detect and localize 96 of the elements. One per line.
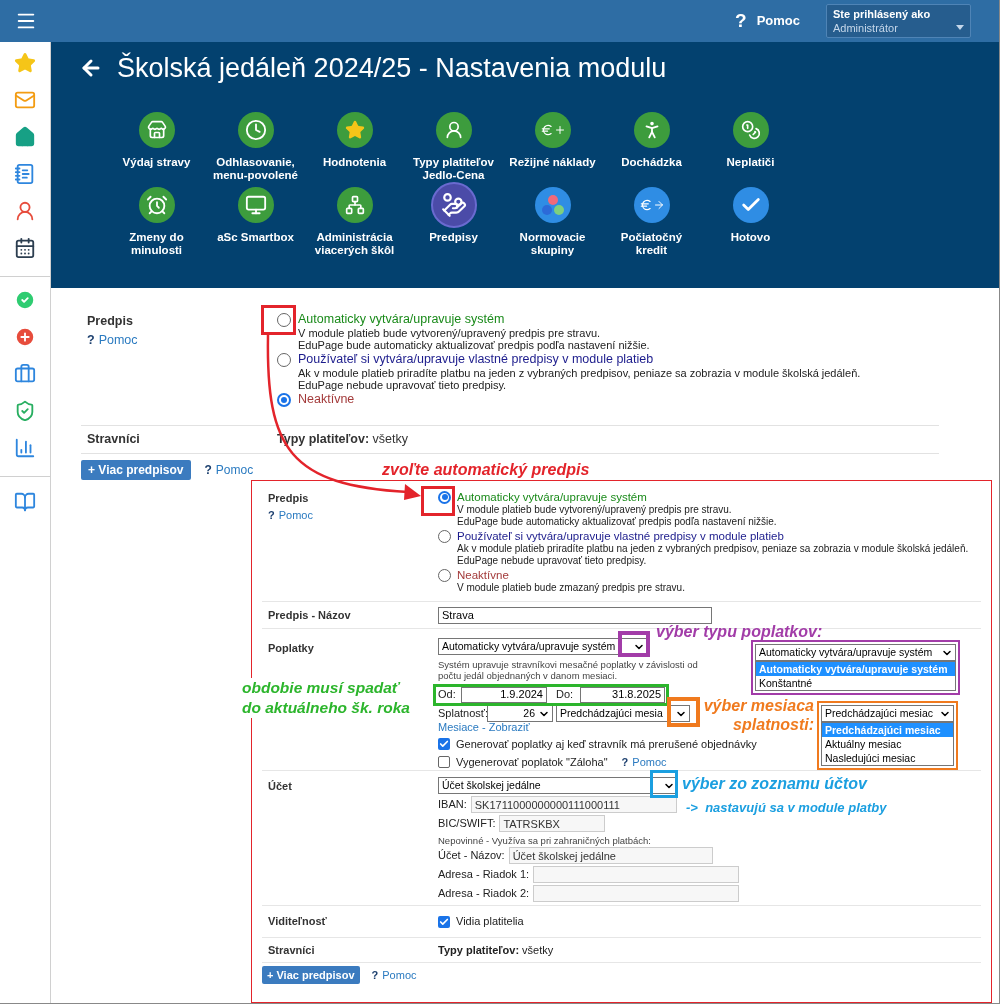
module-button[interactable]: Typy platiteľov Jedlo-Cena: [404, 108, 503, 183]
option-description: EduPage nebude upravovať tieto predpisy.: [298, 379, 508, 391]
module-button[interactable]: Hotovo: [701, 183, 800, 258]
option-description: V module platieb bude vytvorený/upravený predpis pre stravu.: [457, 504, 733, 516]
dropdown-option[interactable]: Nasledujúci mesiac: [822, 751, 953, 765]
field-label: Stravníci: [86, 431, 141, 449]
option-label: Neaktívne: [298, 392, 355, 407]
text-field[interactable]: SK1711000000000111000111: [470, 796, 677, 813]
radio-button[interactable]: [277, 392, 291, 407]
text-field[interactable]: Strava: [438, 606, 712, 624]
option-description: Ak v module platieb priradíte platbu na jeden z vybraných predpisov, peniaze sa zobrazia v module školská jedáleň.: [298, 367, 861, 379]
checkbox[interactable]: [438, 756, 450, 768]
more-button[interactable]: + Viac predpisov: [81, 460, 191, 480]
module-button[interactable]: Neplatiči: [701, 108, 800, 183]
option-description: Ak v module platieb priradíte platbu na jeden z vybraných predpisov, peniaze sa zobrazia v module školská jedáleň.: [457, 543, 969, 555]
iban-label: IBAN:: [438, 797, 467, 813]
module-button[interactable]: Predpisy: [404, 183, 503, 258]
checkbox-label: Vygenerovať poplatok "Záloha": [456, 754, 608, 770]
to-label: Do:: [556, 687, 575, 703]
radio-button[interactable]: [438, 529, 451, 543]
due-label: Splatnosť:: [438, 706, 487, 722]
module-button[interactable]: Výdaj stravy: [107, 108, 206, 183]
option-description: EduPage bude automaticky aktualizovať predpis podľa nastavení nižšie.: [457, 516, 777, 528]
field-label: Viditeľnosť: [267, 914, 328, 930]
highlight-frame: [421, 486, 455, 516]
checkbox-label: Generovať poplatky aj keď stravník má prerušené objednávky: [456, 736, 757, 752]
module-button[interactable]: Administrácia viacerých škôl: [305, 183, 404, 258]
radio-button[interactable]: [277, 352, 291, 367]
help-link[interactable]: ? Pomoc: [621, 755, 667, 768]
address-label: Adresa - Riadok 2:: [438, 886, 530, 902]
account-name-label: Účet - Názov:: [438, 848, 505, 864]
optional-note: Nepovinné - Využíva sa pri zahraničných platbách:: [438, 835, 652, 846]
highlight-frame: [261, 305, 296, 335]
help-link[interactable]: ? Pomoc: [735, 6, 800, 36]
option-label: Automaticky vytvára/upravuje systém: [457, 490, 648, 504]
option-description: EduPage nebude upravovať tieto predpisy.: [457, 555, 648, 567]
field-label: Stravníci: [267, 942, 316, 958]
radio-button[interactable]: [438, 568, 451, 582]
highlight-frame: [650, 770, 678, 798]
module-button[interactable]: Režijné náklady: [503, 108, 602, 183]
module-button[interactable]: Odhlasovanie, menu-povolené: [206, 108, 305, 183]
module-button[interactable]: Hodnotenia: [305, 108, 404, 183]
text-field[interactable]: TATRSKBX: [499, 815, 606, 832]
module-button[interactable]: Počiatočný kredit: [602, 183, 701, 258]
dropdown-select[interactable]: Automaticky vytvára/upravuje systém: [438, 638, 648, 655]
option-label: Neaktívne: [457, 568, 510, 582]
annotation-text: zvoľte automatický predpis: [382, 460, 590, 480]
bic-label: BIC/SWIFT:: [438, 816, 496, 832]
help-link[interactable]: ? Pomoc: [268, 506, 438, 523]
page-title: Školská jedáleň 2024/25 - Nastavenia modulu: [117, 51, 667, 85]
user-menu[interactable]: Ste prihlásený ako Administrátor: [826, 4, 971, 38]
annotation-text: výber typu poplatkov:: [656, 622, 823, 642]
field-label: Predpis: [268, 491, 310, 506]
option-description: V module platieb bude vytvorený/upravený predpis pre stravu.: [298, 327, 602, 339]
checkbox-label: Vidia platitelia: [456, 914, 524, 930]
module-button[interactable]: Normovacie skupiny: [503, 183, 602, 258]
help-link[interactable]: ? Pomoc: [371, 968, 417, 981]
dropdown-option[interactable]: Aktuálny mesiac: [822, 737, 953, 751]
fee-note: Systém upravuje stravníkovi mesačné poplatky v závislosti od počtu jedál objednaných v danom mesiaci.: [438, 659, 699, 681]
radio-button[interactable]: [277, 312, 291, 327]
field-label: Poplatky: [267, 641, 315, 656]
option-description: EduPage bude automaticky aktualizovať predpis podľa nastavení nižšie.: [298, 339, 650, 351]
help-link[interactable]: ? Pomoc: [87, 330, 277, 350]
from-label: Od:: [438, 687, 457, 703]
text-field[interactable]: Účet školskej jedálne: [508, 847, 713, 864]
option-label: Automaticky vytvára/upravuje systém: [298, 312, 506, 327]
option-description: V module platieb bude zmazaný predpis pre stravu.: [457, 582, 685, 594]
dropdown-select[interactable]: Predchádzajúci mesiac: [821, 705, 954, 722]
option-label: Používateľ si vytvára/upravuje vlastné predpisy v module platieb: [298, 352, 655, 367]
module-button[interactable]: Dochádzka: [602, 108, 701, 183]
date-field[interactable]: 1.9.2024: [461, 686, 547, 703]
address-label: Adresa - Riadok 1:: [438, 867, 530, 883]
payer-types-text: Typy platiteľov: všetky: [438, 942, 554, 958]
field-label: Predpis: [87, 313, 134, 330]
option-label: Používateľ si vytvára/upravuje vlastné predpisy v module platieb: [457, 529, 785, 543]
text-field[interactable]: [533, 885, 740, 902]
dropdown-option[interactable]: Konštantné: [756, 676, 955, 690]
highlight-frame: [618, 631, 650, 657]
help-link[interactable]: ? Pomoc: [204, 463, 254, 477]
annotation-text: výber mesiaca splatnosti:: [702, 696, 814, 734]
checkbox[interactable]: [438, 915, 450, 928]
checkbox[interactable]: [438, 738, 450, 750]
more-button[interactable]: + Viac predpisov: [262, 966, 360, 984]
caret-icon: [956, 24, 964, 30]
field-label: Predpis - Názov: [267, 607, 352, 623]
dropdown-select[interactable]: Automaticky vytvára/upravuje systém: [755, 644, 956, 661]
text-field[interactable]: [533, 866, 740, 883]
field-label: Účet: [267, 779, 293, 794]
module-button[interactable]: aSc Smartbox: [206, 183, 305, 258]
months-link[interactable]: Mesiace - Zobraziť: [438, 721, 530, 734]
annotation-text: výber zo zoznamu účtov: [682, 774, 867, 794]
annotation-text: -> nastavujú sa v module platby: [686, 799, 887, 817]
radio-button[interactable]: [438, 490, 451, 504]
dropdown-select[interactable]: Účet školskej jedálne: [438, 777, 678, 794]
module-button[interactable]: Zmeny do minulosti: [107, 183, 206, 258]
date-field[interactable]: 31.8.2025: [580, 686, 665, 703]
